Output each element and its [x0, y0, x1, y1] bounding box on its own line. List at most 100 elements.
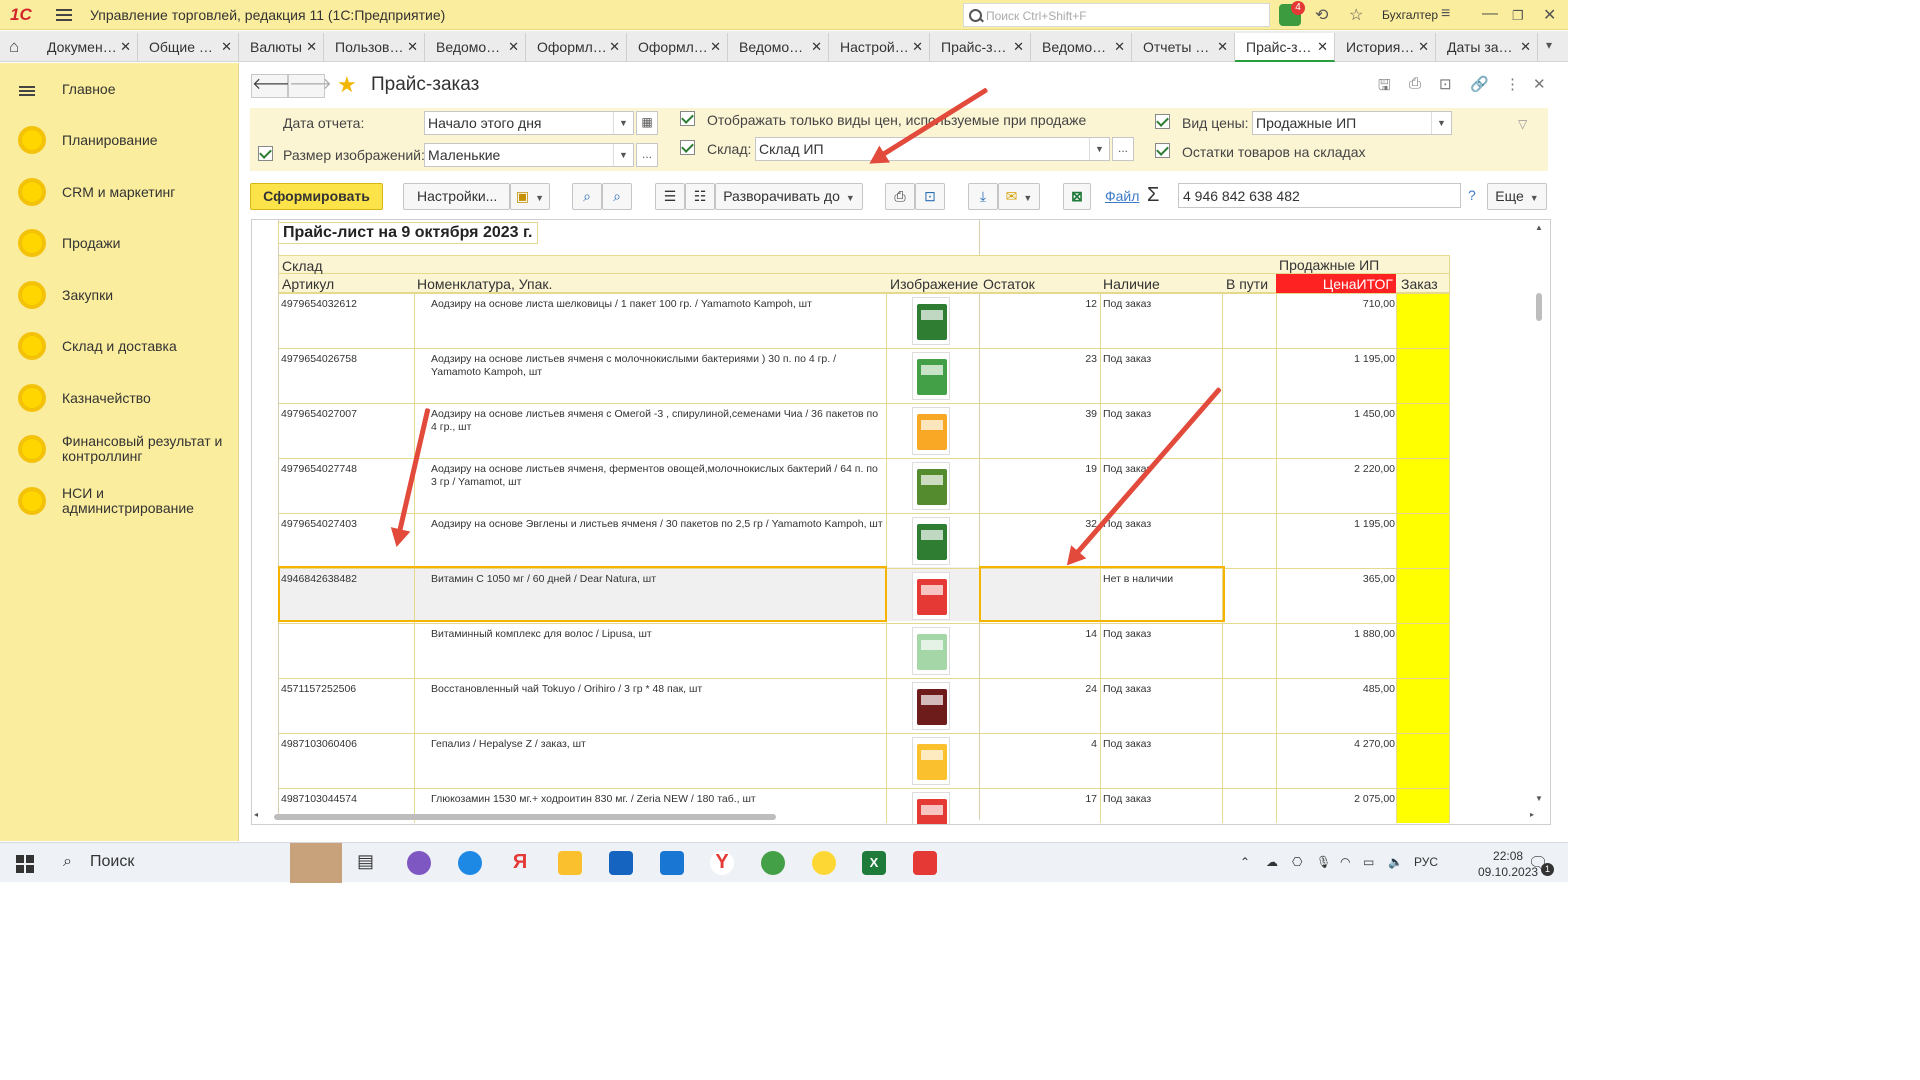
table-row[interactable]: 4571157252506 Восстановленный чай Tokuyo …: [279, 678, 1449, 733]
only-sale-prices-checkbox[interactable]: [680, 111, 695, 126]
sidebar-item-sales[interactable]: Продажи: [18, 226, 120, 260]
table-row[interactable]: 4979654026758 Аодзиру на основе листьев я…: [279, 348, 1449, 403]
tab-close-icon[interactable]: ✕: [609, 39, 620, 55]
generate-button[interactable]: Сформировать: [250, 183, 383, 210]
tab-item[interactable]: Оформл… ✕: [526, 33, 627, 62]
print-preview-button[interactable]: ⊡: [915, 183, 945, 210]
tab-item[interactable]: Даты за… ✕: [1436, 33, 1538, 62]
sidebar-item-main[interactable]: Главное: [19, 81, 116, 97]
tab-close-icon[interactable]: ✕: [710, 39, 721, 55]
table-row[interactable]: Витаминный комплекс для волос / Lipusa, …: [279, 623, 1449, 678]
sidebar-item-purchases[interactable]: Закупки: [18, 278, 113, 312]
back-button[interactable]: 🡐: [251, 74, 295, 98]
yandex-browser-icon[interactable]: Y: [710, 851, 734, 875]
favorites-star-icon[interactable]: ☆: [1349, 5, 1363, 25]
sidebar-item-crm[interactable]: CRM и маркетинг: [18, 175, 175, 209]
print-icon[interactable]: ⎙: [1409, 75, 1421, 92]
product-image[interactable]: [912, 682, 950, 730]
windows-start-icon[interactable]: [16, 855, 34, 873]
main-menu-icon[interactable]: [56, 6, 72, 22]
close-window-icon[interactable]: ✕: [1543, 5, 1556, 25]
tab-item[interactable]: Валюты ✕: [239, 33, 324, 62]
tab-item[interactable]: Ведомо… ✕: [1031, 33, 1132, 62]
warehouse-checkbox[interactable]: [680, 140, 695, 155]
favorite-star-icon[interactable]: ★: [337, 72, 357, 98]
product-image[interactable]: [912, 352, 950, 400]
product-image[interactable]: [912, 517, 950, 565]
taskbar-search[interactable]: Поиск: [90, 853, 134, 871]
tab-item[interactable]: Ведомо… ✕: [728, 33, 829, 62]
edge-browser-icon[interactable]: [458, 851, 482, 875]
product-image[interactable]: [912, 462, 950, 510]
home-icon[interactable]: ⌂: [9, 37, 19, 57]
app-logo[interactable]: 1С: [10, 5, 32, 25]
expand-groups-button[interactable]: ☷: [685, 183, 715, 210]
vertical-scrollbar[interactable]: ▲ ▼: [1534, 223, 1544, 803]
help-icon[interactable]: ?: [1468, 187, 1476, 203]
tab-item[interactable]: Настрой… ✕: [829, 33, 930, 62]
microphone-icon[interactable]: 🎙: [1316, 855, 1331, 869]
tab-item[interactable]: История… ✕: [1335, 33, 1436, 62]
more-vertical-icon[interactable]: ⋮: [1505, 75, 1520, 93]
sum-field[interactable]: 4 946 842 638 482: [1178, 183, 1461, 208]
product-image[interactable]: [912, 627, 950, 675]
filter-icon[interactable]: ▽: [1518, 117, 1527, 131]
tab-item[interactable]: Пользов… ✕: [324, 33, 425, 62]
file-explorer-icon[interactable]: [558, 851, 582, 875]
settings-menu-icon[interactable]: ≡: [1441, 5, 1450, 23]
warehouse-field[interactable]: Склад ИП ▼: [755, 137, 1110, 161]
tab-close-icon[interactable]: ✕: [407, 39, 418, 55]
find-button[interactable]: ⌕: [572, 183, 602, 210]
preview-icon[interactable]: ⊡: [1439, 75, 1452, 93]
restore-icon[interactable]: ❐: [1512, 8, 1524, 24]
send-email-button[interactable]: ✉ ▼: [998, 183, 1040, 210]
sidebar-item-warehouse[interactable]: Склад и доставка: [18, 329, 177, 363]
find-next-button[interactable]: ⌕: [602, 183, 632, 210]
store-icon[interactable]: [609, 851, 633, 875]
tab-close-icon[interactable]: ✕: [1217, 39, 1228, 55]
more-button[interactable]: Еще ▼: [1487, 183, 1547, 210]
image-size-checkbox[interactable]: [258, 146, 273, 161]
tab-close-icon[interactable]: ✕: [508, 39, 519, 55]
stock-on-hand-checkbox[interactable]: [1155, 143, 1170, 158]
expand-to-button[interactable]: Разворачивать до ▼: [715, 183, 863, 210]
calendar-button[interactable]: ▦: [636, 111, 658, 135]
product-image[interactable]: [912, 297, 950, 345]
download-button[interactable]: ⤓: [968, 183, 998, 210]
sidebar-item-planning[interactable]: Планирование: [18, 123, 158, 157]
weather-icon[interactable]: ☁: [1266, 855, 1278, 869]
volume-icon[interactable]: 🔈: [1388, 855, 1403, 869]
collapse-groups-button[interactable]: ☰: [655, 183, 685, 210]
tray-expand-icon[interactable]: ⌃: [1240, 855, 1250, 869]
battery-icon[interactable]: ▭: [1363, 855, 1374, 869]
dropdown-arrow-icon[interactable]: ▼: [613, 144, 633, 166]
product-image[interactable]: [912, 737, 950, 785]
tab-item[interactable]: Ведомо… ✕: [425, 33, 526, 62]
dropdown-arrow-icon[interactable]: ▼: [1431, 112, 1451, 134]
history-icon[interactable]: ⟲: [1315, 5, 1328, 25]
variants-button[interactable]: ▣ ▼: [510, 183, 550, 210]
task-view-icon[interactable]: ▤: [357, 851, 381, 875]
product-image[interactable]: [912, 572, 950, 620]
tab-close-icon[interactable]: ✕: [1520, 39, 1531, 55]
warehouse-select-button[interactable]: ...: [1112, 137, 1134, 161]
price-type-field[interactable]: Продажные ИП ▼: [1252, 111, 1452, 135]
file-link[interactable]: Файл: [1105, 188, 1139, 204]
tab-close-icon[interactable]: ✕: [912, 39, 923, 55]
table-row[interactable]: 4987103060406 Гепализ / Hepalyse Z / зака…: [279, 733, 1449, 788]
whatsapp-icon[interactable]: [761, 851, 785, 875]
table-row[interactable]: 4979654027403 Аодзиру на основе Эвглены и…: [279, 513, 1449, 568]
sidebar-item-treasury[interactable]: Казначейство: [18, 381, 151, 415]
copilot-icon[interactable]: [407, 851, 431, 875]
excel-app-icon[interactable]: X: [862, 851, 886, 875]
link-icon[interactable]: 🔗: [1470, 75, 1489, 93]
language-indicator[interactable]: РУС: [1414, 855, 1438, 869]
tab-item[interactable]: Прайс-з… ✕: [930, 33, 1031, 62]
tab-close-icon[interactable]: ✕: [1114, 39, 1125, 55]
table-row[interactable]: 4979654027748 Аодзиру на основе листьев я…: [279, 458, 1449, 513]
sidebar-item-financial-result[interactable]: Финансовый результат и контроллинг: [18, 432, 233, 466]
yandex-icon[interactable]: Я: [508, 851, 532, 875]
1c-app-icon[interactable]: [812, 851, 836, 875]
report-date-field[interactable]: Начало этого дня ▼: [424, 111, 634, 135]
tab-close-icon[interactable]: ✕: [1317, 39, 1328, 55]
